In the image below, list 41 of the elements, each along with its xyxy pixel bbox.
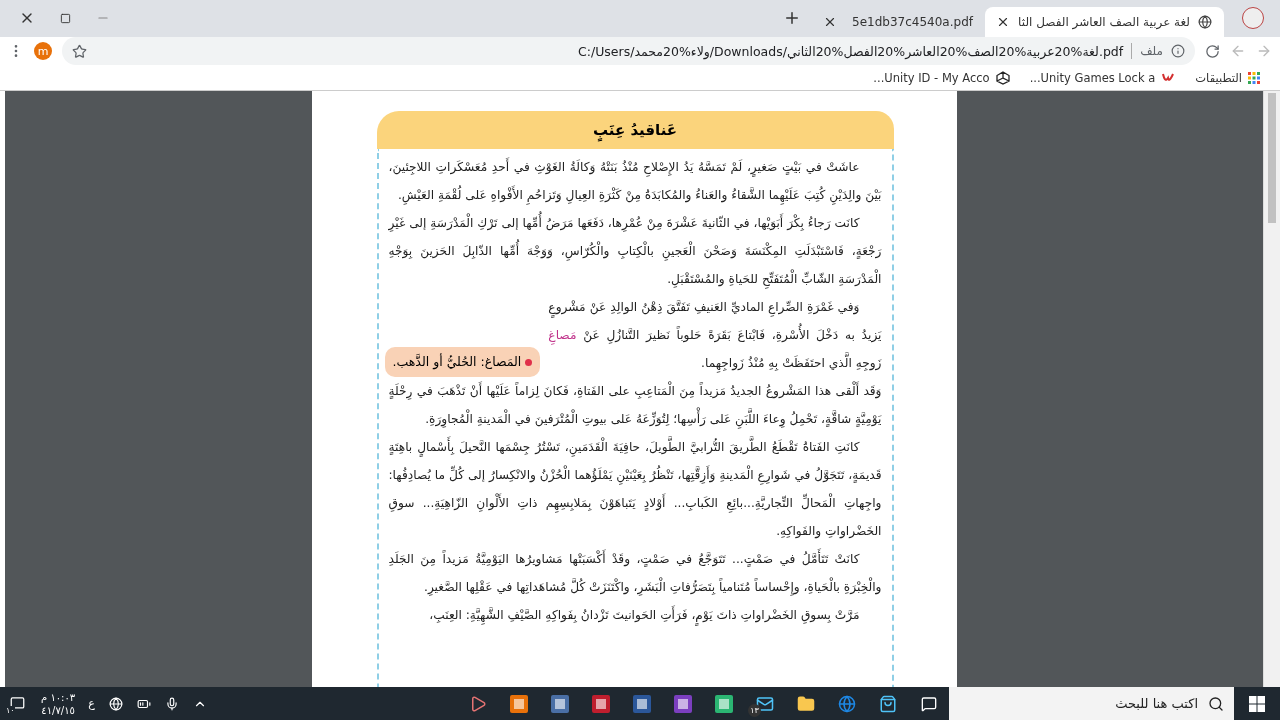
notification-count: ١٠	[6, 706, 15, 715]
profile-icon[interactable]	[1242, 7, 1264, 29]
story-paragraph: كانَتْ تَتَأَمَّلُ في صَمْتٍ... تَتَوَجَّعُ في صَمْتٍ، وقَدْ أَكْسَبَتْها مَشاويرُها اليَوْمِيَّةُ مَزيداً مِنَ الجَلَدِ والْخِبْرَةِ بالْحَياةِ، وإِحْساساً مُتَنامياً بِتَصَرُّفاتِ الْبَشَرِ، واكْتَنَزَتْ كُلَّ مُشاهَداتِها في عَقْلِها الصَّغيرِ.	[388, 545, 882, 601]
browser-tab[interactable]: لغة عربية الصف العاشر الفصل الثا	[985, 7, 1224, 37]
story-paragraph: كانَتِ الفَتاةُ تَقْطَعُ الطَّريقَ التُّرابيَّ الطَّويلَ، حافِيَةَ الْقَدَمَينِ، تَسْتُرُ جِسْمَها النَّحيلَ بِأَسْمالٍ باهِتَةٍ قَديمَةٍ، تَتَجَوَّلُ في شَوارِعِ الْمَدينةِ وَأَزِقَّتِها، تَنْظُرُ بِعَيْنَيْنِ يَمْلَؤُهما الْحُزْنُ والانْكِسارُ إلى كُلِّ ما يُصادِفُها: واجِهاتِ الْمَحالِّ التِّجاريَّةِ...بائِعِ الكَبابِ... أَوْلادٍ يَتَباهَوْنَ بِمَلابِسِهِم ذاتِ الأَلْوانِ الزّاهِيَةِ... سوقِ الخَضْراواتِ والفَواكِهِ.	[388, 433, 882, 545]
story-title: عَناقيدُ عِنَبٍ	[376, 111, 894, 149]
taskbar-clock[interactable]: ١٠:٠٣ م ٤١/٧/١٥	[35, 690, 82, 717]
search-icon	[1208, 695, 1224, 712]
story-paragraph: عاشَتْ في بَيْتٍ صَغيرٍ، لَمْ تَمَسَّهُ يَدُ الإِصْلاحِ مُنْذُ بَنَتْهُ وَكالَةُ الغَوْثِ في أَحدِ مُعَسْكَراتِ اللاجِئينَ، بَيْنَ والِدَيْنِ كُتِبَ عَلَيْهِما الشَّقاءُ والعَناءُ والمُكابَدَةُ مِنْ كَثْرَةِ العِيالِ وَتَزاحُمِ الأَفْواهِ عَلى لُقْمَةِ العَيْشِ.	[388, 153, 882, 209]
bookmark[interactable]: التطبيقات	[1195, 70, 1260, 85]
language-indicator[interactable]: ع	[81, 697, 102, 710]
app-icon[interactable]	[549, 693, 570, 714]
address-bar[interactable]: ملف C:/Users/ولاء%20محمد/Downloads/لغة%20عربية%20الصف%20العاشر%20الفصل%20الثاني.pdf	[62, 37, 1195, 65]
scrollbar[interactable]	[1263, 91, 1280, 687]
gloss-note: المَصاغ: الحُليُّ أو الذَّهب.	[384, 347, 541, 377]
folder-icon[interactable]	[796, 694, 815, 713]
tab-title: 5e1db37c4540a.pdf	[851, 15, 973, 29]
apps-grid-icon	[1248, 71, 1260, 84]
bookmark[interactable]: Unity Games Lock a...	[1029, 70, 1176, 85]
story-paragraph: كانَت رَجاءُ بِكْرَ أَبَوَيْها، في الثّانيةَ عَشْرَةَ مِنْ عُمْرِها، دَفَعَها مَرَضُ أُمِّها إلى تَرْكِ الْمَدْرَسَةِ إلى غَيْرِ رَجْعَةٍ، فَاسْتَبْدَلَتِ المِكْنَسَةَ وَصَحْنَ الْعَجينِ بالْكِتابِ والْكُرّاسِ، وَوَجْهَ أُمِّها الذّابِلَ الحَزينَ بِوَجْهِ الْمَدْرَسَةِ الشّابِّ الْمُتَفَتِّحِ للحَياةِ والمُسْتَقْبَلِ.	[388, 209, 882, 293]
info-icon	[1171, 44, 1185, 58]
url-text: C:/Users/ولاء%20محمد/Downloads/لغة%20عربية%20الصف%20العاشر%20الفصل%20الثاني.pdf	[578, 43, 1124, 59]
globe-icon	[1198, 15, 1212, 29]
mail-badge: ١٣	[748, 704, 761, 717]
star-icon[interactable]	[72, 43, 87, 59]
taskbar-search-field[interactable]: اكتب هنا للبحث	[949, 687, 1234, 720]
store-icon[interactable]	[878, 694, 897, 713]
bookmark[interactable]: Unity ID - My Acco...	[873, 70, 1010, 85]
script-icon	[1161, 71, 1176, 84]
story-paragraph: وَقَد أَلْقى هذا المَشْروعُ الجديدُ مَزيداً مِنَ الْمَتاعِبِ على الفَتاةِ، فَكانَ لِزاماً عَلَيْها أَنْ تَذْهَبَ في رِحْلَةٍ يَوْمِيَّةٍ شاقَّةٍ، تَحْمِلُ وِعاءَ اللَّبَنِ عَلى رَأْسِها؛ لِتُوَزِّعَهُ عَلى بيوتِ الْمُتْرَفينَ في الْمَدينةِ الْمُجاوِرَةِ.	[388, 377, 882, 433]
reload-icon[interactable]	[1205, 43, 1220, 59]
app-icon[interactable]	[713, 693, 734, 714]
browser-tab[interactable]: 5e1db37c4540a.pdf	[811, 7, 985, 37]
close-icon[interactable]	[823, 15, 837, 29]
story-paragraph: مَرَّتْ بِسوقِ الخَضْراواتِ ذاتَ يَوْمٍ، فَرَأَتِ الحَوانيتَ تَزْدانُ بِفَواكِهِ الصَّيْفِ الشَّهِيَّةِ: العِنَبِ،	[388, 601, 882, 629]
clock-date: ٤١/٧/١٥	[41, 703, 75, 717]
scheme-label: ملف	[1140, 44, 1163, 58]
tab-title: لغة عربية الصف العاشر الفصل الثا	[1018, 15, 1190, 29]
story-paragraph: وَفي غَمْرَةِ الصِّراعِ الماديِّ العَنيفِ تَفَتَّقَ ذِهْنُ الوالِدِ عَنْ مَشْروعٍ يَزيدُ به دَخْلَ الأُسْرةِ، فَابْتاعَ بَقَرَةً حَلوباً نَظيرَ التَّنازُلِ عَنْ مَصاغِ زَوجِهِ الَّذي احتَفَظَتْ بِهِ مُنْذُ زَواجِهِما.	[548, 293, 882, 377]
cube-icon	[995, 70, 1010, 85]
clock-time: ١٠:٠٣ م	[41, 690, 76, 704]
